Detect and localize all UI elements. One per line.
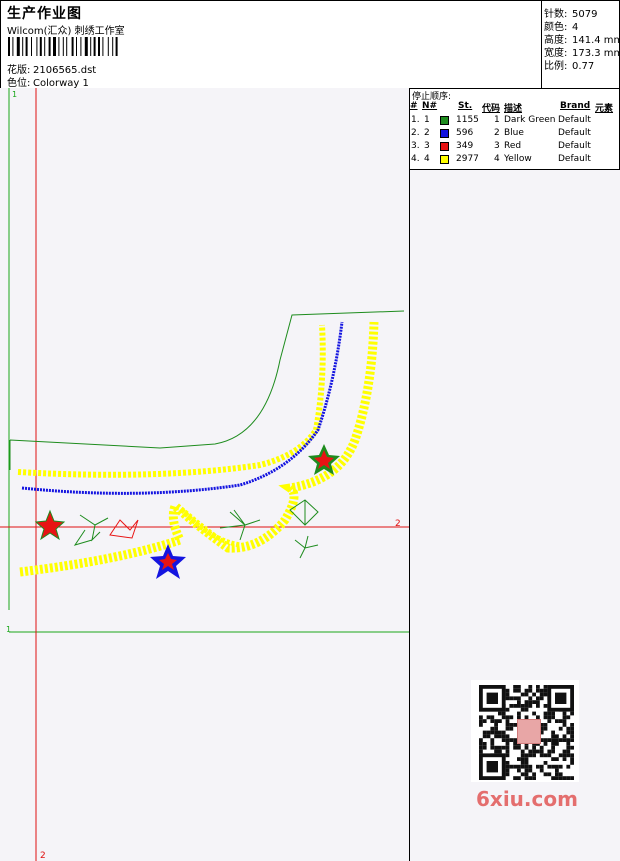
stop-cell-idx: 3. [411, 141, 420, 151]
stop-header-3: 代码 [482, 104, 501, 114]
leaf-sprigs [73, 499, 319, 559]
stop-cell-n: 3 [424, 141, 430, 151]
stop-cell-n: 2 [424, 128, 430, 138]
stop-cell-code: 2 [494, 128, 500, 138]
colorway-row: 色位: Colorway 1 [7, 74, 89, 89]
stop-cell-idx: 4. [411, 154, 420, 164]
flower-left [34, 509, 66, 541]
barcode [8, 37, 118, 56]
color-swatch [440, 129, 449, 138]
watermark-text: 6xiu.com [476, 787, 578, 811]
stop-header-6: 元素 [595, 104, 614, 114]
stop-cell-desc: Yellow [504, 154, 532, 164]
yellow-band-inner [17, 324, 326, 478]
stop-cell-desc: Blue [504, 128, 524, 138]
stop-cell-desc: Dark Green [504, 115, 556, 125]
neckline-outline [9, 310, 405, 470]
stop-cell-idx: 1. [411, 115, 420, 125]
stop-cell-st: 1155 [456, 115, 479, 125]
guide-label-1-left: 1 [6, 625, 11, 634]
blue-zigzag-band [21, 321, 344, 495]
watermark-seal [517, 719, 541, 744]
guide-label-1-top: 1 [12, 90, 17, 99]
color-swatch [440, 142, 449, 151]
stop-cell-st: 349 [456, 141, 474, 151]
header: 生产作业图 Wilcom(汇众) 刺绣工作室 花版: 2106565.dst 色位… [0, 0, 620, 89]
stop-cell-code: 4 [494, 154, 500, 164]
stop-header-5: Brand [560, 101, 591, 111]
stat-scale: 比例: 0.77 [544, 61, 595, 72]
embroidery-design: 1 1 2 2 [0, 88, 409, 861]
colorway-label: 色位: [7, 78, 31, 89]
guide-label-2-right: 2 [395, 519, 401, 529]
stop-cell-brand: Default [558, 141, 591, 151]
design-preview-canvas[interactable]: 1 1 2 2 [0, 88, 410, 861]
stop-cell-desc: Red [504, 141, 522, 151]
red-leaf-outline [109, 519, 139, 539]
studio-name: Wilcom(汇众) 刺绣工作室 [7, 26, 125, 37]
stop-header-2: St. [458, 101, 473, 111]
color-swatch [440, 116, 449, 125]
stop-header-1: N# [422, 101, 438, 111]
stop-cell-code: 3 [494, 141, 500, 151]
stop-cell-n: 1 [424, 115, 430, 125]
stop-cell-brand: Default [558, 154, 591, 164]
stop-sequence-table: 停止顺序: # N# St. 代码 描述 Brand 元素 1. 1 1155 1 Dark Gree… [410, 88, 620, 170]
page-title: 生产作业图 [7, 6, 82, 22]
stop-header-0: # [410, 101, 418, 111]
color-swatch [440, 155, 449, 164]
stop-cell-n: 4 [424, 154, 430, 164]
stop-header-4: 描述 [504, 104, 523, 114]
stop-cell-brand: Default [558, 128, 591, 138]
stop-cell-brand: Default [558, 115, 591, 125]
stop-cell-st: 596 [456, 128, 474, 138]
stop-cell-idx: 2. [411, 128, 420, 138]
guide-label-2-bottom: 2 [40, 851, 46, 861]
design-stats: 针数: 5079 颜色: 4 高度: 141.4 mm 宽度: 173.3 mm 比例:… [541, 0, 620, 88]
stop-cell-st: 2977 [456, 154, 479, 164]
stop-cell-code: 1 [494, 115, 500, 125]
